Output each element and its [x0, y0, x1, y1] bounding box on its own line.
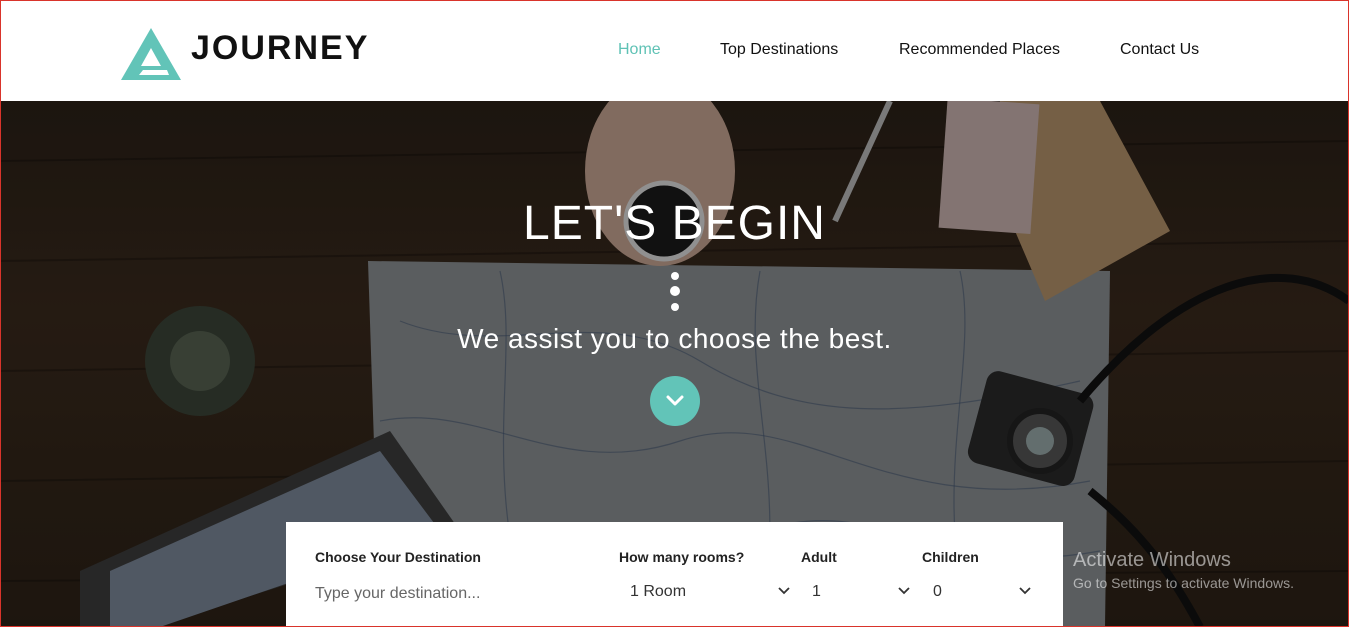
activate-windows-title: Activate Windows: [1073, 549, 1231, 571]
nav-recommended-places[interactable]: Recommended Places: [899, 41, 1060, 59]
search-panel: Choose Your Destination How many rooms? …: [286, 522, 1063, 627]
destination-label: Choose Your Destination: [315, 549, 481, 565]
hero-title: LET'S BEGIN: [523, 197, 826, 250]
chevron-down-icon: [666, 395, 684, 406]
divider-dot: [671, 272, 679, 280]
rooms-value: 1 Room: [630, 583, 687, 600]
rooms-label: How many rooms?: [619, 549, 745, 565]
nav-home[interactable]: Home: [618, 41, 661, 59]
adult-label: Adult: [801, 549, 837, 565]
divider-dot: [671, 303, 679, 311]
site-header: JOURNEY Home Top Destinations Recommende…: [0, 0, 1349, 101]
chevron-down-icon: [1019, 587, 1031, 595]
hero-subtitle: We assist you to choose the best.: [457, 323, 892, 354]
children-value: 0: [933, 583, 942, 600]
destination-input[interactable]: [315, 579, 615, 609]
rooms-select[interactable]: 1 Room: [630, 581, 790, 605]
chevron-down-icon: [778, 587, 790, 595]
children-select[interactable]: 0: [933, 581, 1031, 605]
nav-top-destinations[interactable]: Top Destinations: [720, 41, 838, 59]
brand-name[interactable]: JOURNEY: [191, 29, 369, 68]
children-label: Children: [922, 549, 979, 565]
chevron-down-icon: [898, 587, 910, 595]
adult-value: 1: [812, 583, 821, 600]
activate-windows-subtitle: Go to Settings to activate Windows.: [1073, 575, 1294, 591]
divider-dot: [670, 286, 680, 296]
nav-contact-us[interactable]: Contact Us: [1120, 41, 1199, 59]
adult-select[interactable]: 1: [812, 581, 910, 605]
scroll-down-button[interactable]: [650, 376, 700, 426]
logo-icon[interactable]: [121, 28, 181, 80]
